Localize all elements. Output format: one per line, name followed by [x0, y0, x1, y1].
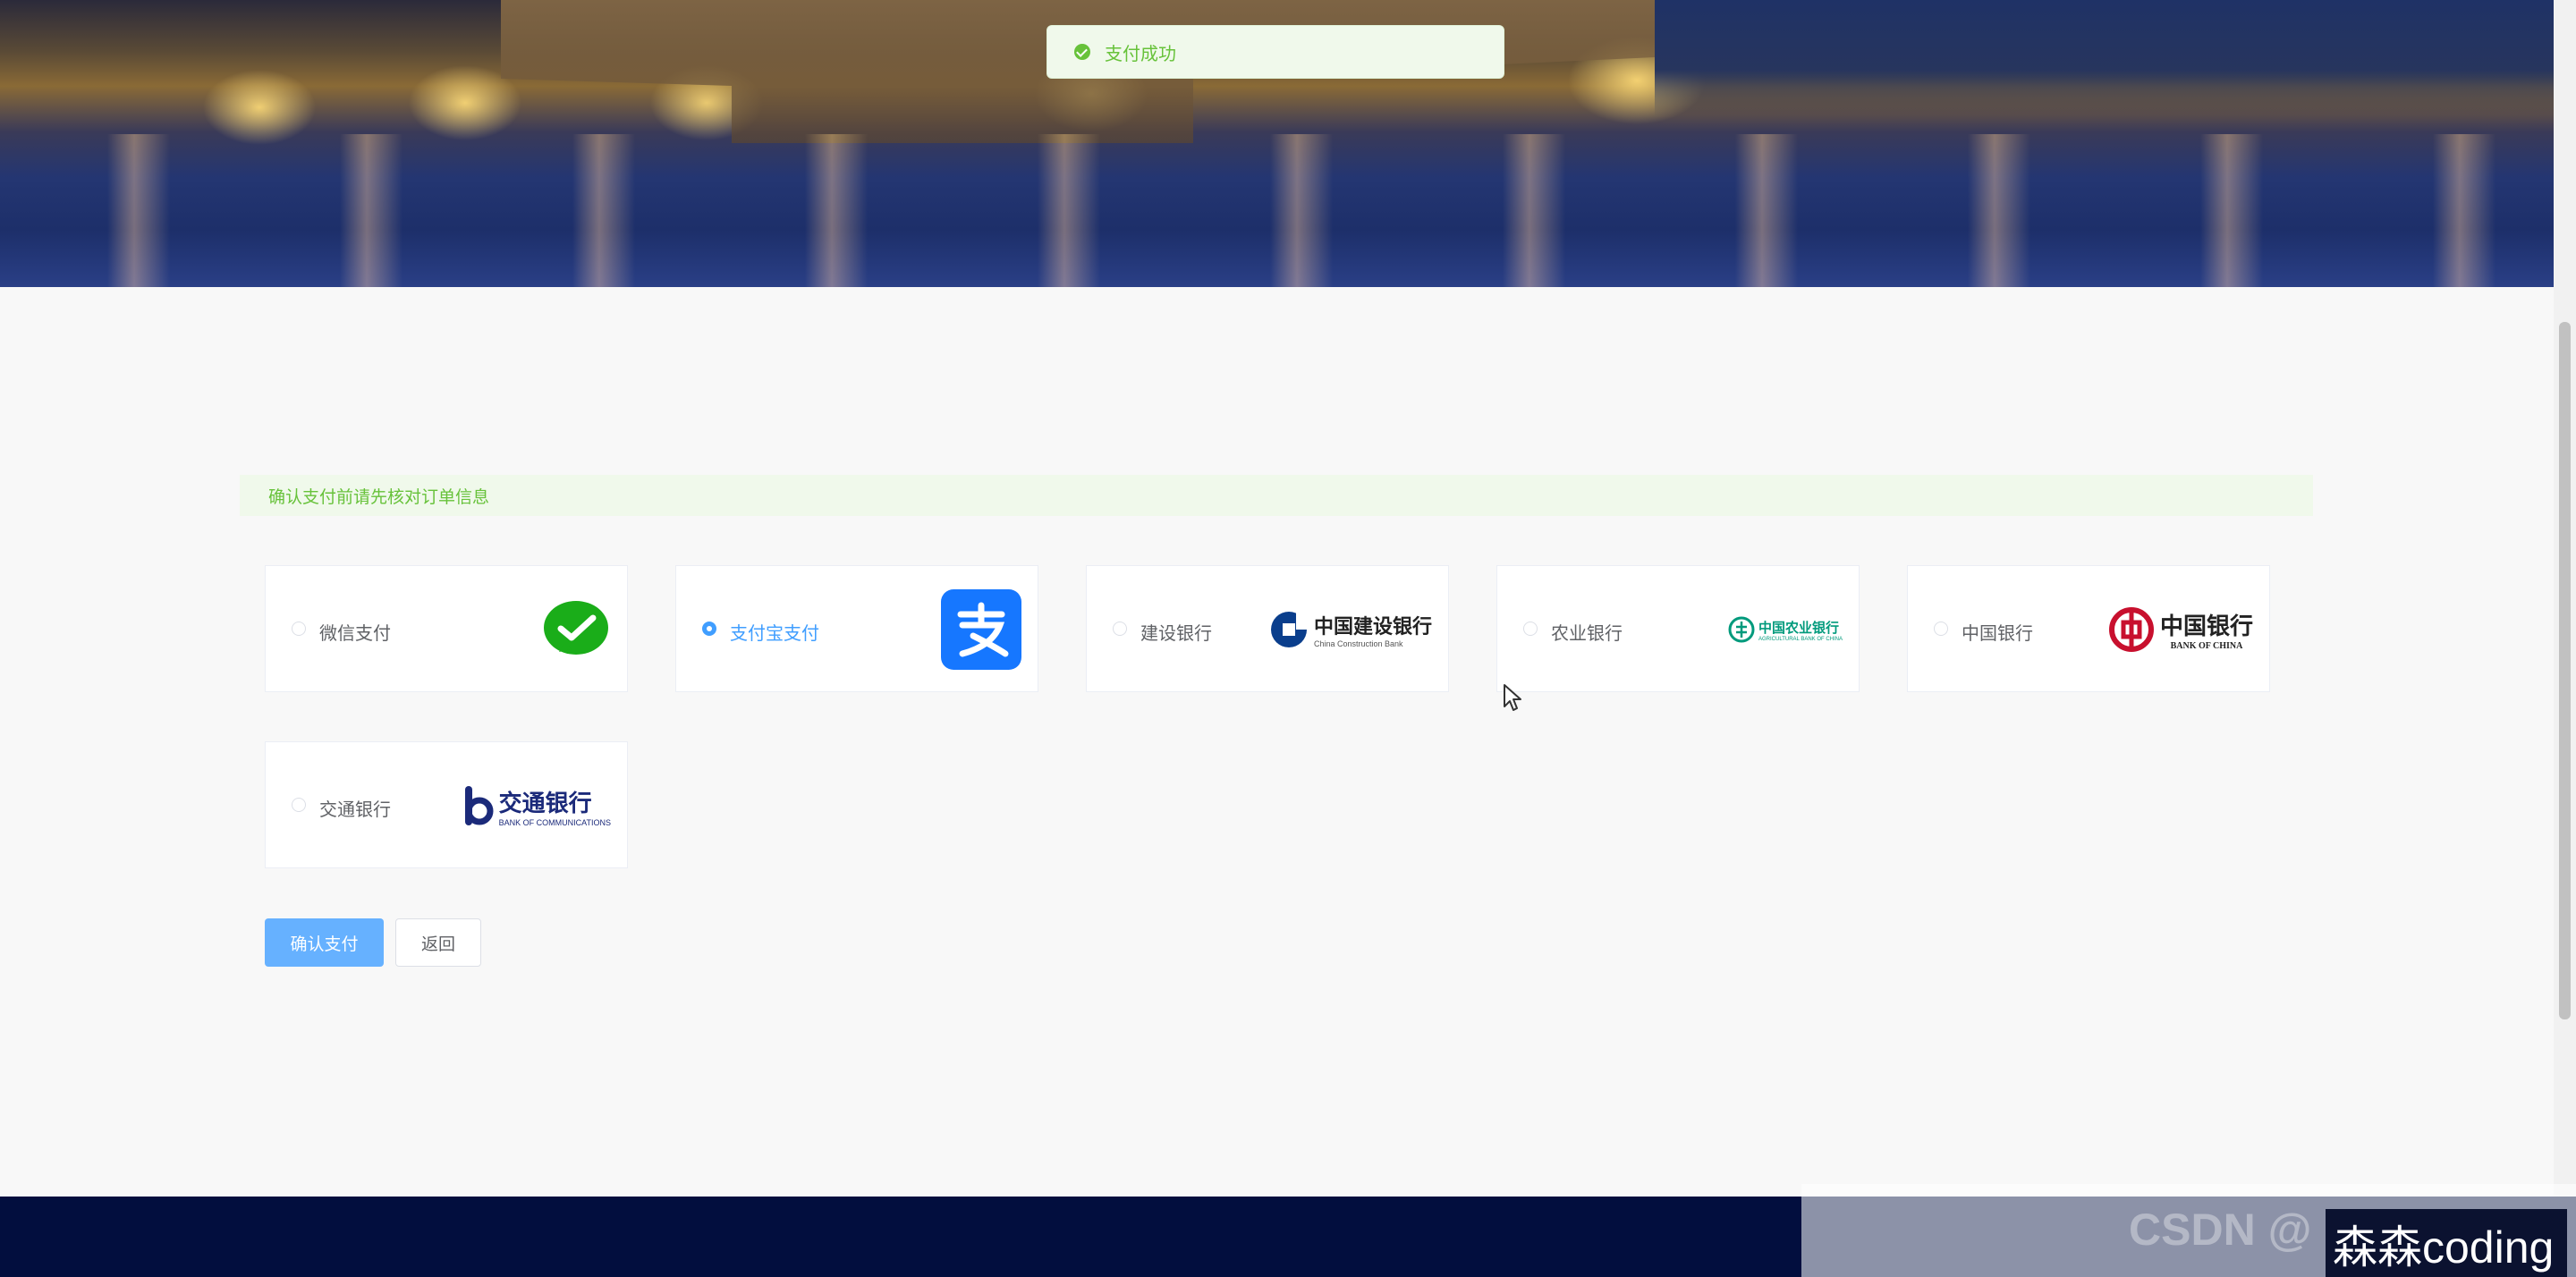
payment-option-label: 农业银行 [1551, 624, 1623, 644]
payment-option-label: 支付宝支付 [730, 624, 819, 644]
bocom-logo-text: 交通银行 [498, 790, 592, 817]
watermark-faint-text: CSDN @ [2129, 1205, 2312, 1255]
toast-message: 支付成功 [1105, 44, 1176, 64]
payment-option-abc[interactable]: 农业银行 中国农业银行 AGRICULTURAL BANK OF CHINA [1496, 565, 1860, 692]
radio-ccb[interactable] [1113, 622, 1127, 636]
hero-skyline [1655, 0, 2554, 116]
check-circle-icon [1074, 44, 1090, 60]
payment-option-alipay[interactable]: 支付宝支付 [675, 565, 1038, 692]
boc-logo-subtext: BANK OF CHINA [2170, 641, 2243, 651]
boc-logo-text: 中国银行 [2159, 613, 2253, 640]
radio-wechat[interactable] [292, 622, 306, 636]
ccb-logo-subtext: China Construction Bank [1313, 639, 1403, 648]
hero-water-reflection [0, 134, 2554, 287]
watermark-text: 森森coding [2333, 1222, 2555, 1273]
notice-text: 确认支付前请先核对订单信息 [268, 487, 490, 507]
abc-logo: 中国农业银行 AGRICULTURAL BANK OF CHINA [1728, 566, 1843, 693]
scrollbar-thumb[interactable] [2559, 322, 2571, 1019]
radio-alipay[interactable] [702, 622, 716, 636]
payment-option-wechat[interactable]: 微信支付 [265, 565, 628, 692]
wechat-pay-icon [541, 566, 611, 693]
mouse-cursor-icon [1503, 683, 1522, 716]
alipay-icon [941, 566, 1021, 693]
abc-logo-subtext: AGRICULTURAL BANK OF CHINA [1758, 636, 1843, 642]
radio-bocom[interactable] [292, 798, 306, 812]
payment-option-label: 建设银行 [1140, 624, 1212, 644]
ccb-logo: 中国建设银行 China Construction Bank [1269, 566, 1432, 693]
boc-logo: 中国银行 BANK OF CHINA [2108, 566, 2253, 693]
payment-option-boc[interactable]: 中国银行 中国银行 BANK OF CHINA [1907, 565, 2270, 692]
radio-abc[interactable] [1523, 622, 1538, 636]
payment-option-bocom[interactable]: 交通银行 交通银行 BANK OF COMMUNICATIONS [265, 741, 628, 868]
bocom-logo: 交通银行 BANK OF COMMUNICATIONS [458, 742, 611, 869]
radio-boc[interactable] [1934, 622, 1948, 636]
payment-option-label: 交通银行 [319, 800, 391, 820]
payment-option-ccb[interactable]: 建设银行 中国建设银行 China Construction Bank [1086, 565, 1449, 692]
ccb-logo-text: 中国建设银行 [1313, 615, 1432, 638]
payment-option-label: 中国银行 [1962, 624, 2033, 644]
page-scrollbar[interactable] [2554, 0, 2576, 1197]
order-notice-alert: 确认支付前请先核对订单信息 [240, 475, 2313, 516]
back-button[interactable]: 返回 [395, 918, 481, 967]
confirm-payment-button[interactable]: 确认支付 [265, 918, 384, 967]
abc-logo-text: 中国农业银行 [1758, 619, 1839, 636]
bocom-logo-subtext: BANK OF COMMUNICATIONS [498, 817, 611, 827]
payment-option-label: 微信支付 [319, 624, 391, 644]
success-toast: 支付成功 [1046, 25, 1504, 79]
